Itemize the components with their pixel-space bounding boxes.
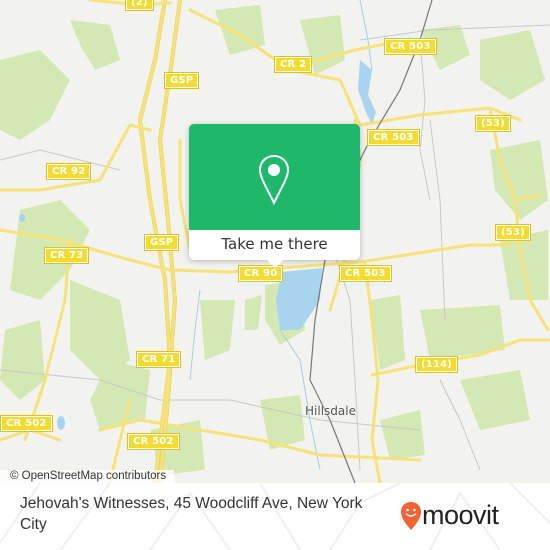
road-label-r114: (114) <box>414 356 459 373</box>
road-label-r2: (2) <box>125 0 154 11</box>
take-me-there-button[interactable]: Take me there <box>189 230 360 260</box>
road-label-cr503-north: CR 503 <box>384 38 437 55</box>
road-label-cr71: CR 71 <box>135 351 182 368</box>
location-address: Jehovah's Witnesses, 45 Woodcliff Ave, N… <box>20 495 363 533</box>
road-label-cr503-mid: CR 503 <box>367 129 420 146</box>
popup-header <box>189 124 360 230</box>
road-label-cr92: CR 92 <box>45 163 92 180</box>
place-label-hillsdale: Hillsdale <box>305 404 356 418</box>
location-popup: Take me there <box>189 124 360 268</box>
popup-pointer <box>267 260 283 268</box>
road-label-gsp-north: GSP <box>163 72 200 89</box>
map[interactable]: (2) GSP CR 2 CR 503 CR 92 CR 503 (53) CR… <box>0 0 550 483</box>
moovit-wordmark: moovit <box>422 500 499 530</box>
map-pin-icon <box>258 154 290 206</box>
road-label-cr502-west: CR 502 <box>0 415 53 432</box>
footer: Jehovah's Witnesses, 45 Woodcliff Ave, N… <box>0 483 550 550</box>
road-label-cr90: CR 90 <box>237 265 284 282</box>
road-label-r53-south: (53) <box>495 224 531 241</box>
road-label-r53-north: (53) <box>475 115 511 132</box>
road-label-cr503-south: CR 503 <box>339 265 392 282</box>
moovit-pin-icon <box>401 502 421 530</box>
map-attribution[interactable]: © OpenStreetMap contributors <box>0 470 175 483</box>
moovit-logo[interactable]: moovit <box>400 500 530 540</box>
road-label-cr2: CR 2 <box>273 56 313 73</box>
road-label-cr502-mid: CR 502 <box>127 433 180 450</box>
road-label-gsp-south: GSP <box>143 234 180 251</box>
road-label-cr73: CR 73 <box>43 247 90 264</box>
